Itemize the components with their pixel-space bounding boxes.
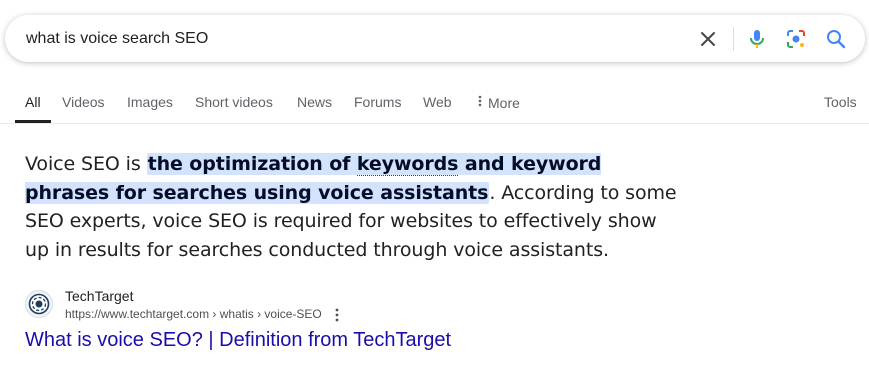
tab-videos[interactable]: Videos [62,94,105,110]
microphone-icon[interactable] [744,26,770,52]
tab-web[interactable]: Web [423,94,452,110]
featured-snippet: Voice SEO is the optimization of keyword… [25,150,685,264]
active-tab-indicator [15,120,51,123]
snippet-highlight-start: the optimization of [147,153,357,175]
search-bar-divider [733,27,734,51]
tab-more-label: More [488,95,520,111]
tools-button[interactable]: Tools [824,94,857,110]
snippet-prefix: Voice SEO is [25,153,147,175]
result-url: https://www.techtarget.com › whatis › vo… [65,307,322,321]
search-icon[interactable] [823,26,849,52]
result-site-name: TechTarget [65,288,134,304]
techtarget-favicon-icon [25,290,53,318]
tab-all[interactable]: All [25,94,41,110]
result-title-link[interactable]: What is voice SEO? | Definition from Tec… [25,329,451,352]
tab-short-videos[interactable]: Short videos [195,94,273,110]
search-input[interactable] [26,28,666,50]
camera-lens-icon[interactable] [783,26,809,52]
tab-forums[interactable]: Forums [354,94,401,110]
search-tabs: All Videos Images Short videos News Foru… [0,88,869,124]
clear-icon[interactable] [695,26,721,52]
more-vertical-dots-icon [478,94,482,110]
tab-images[interactable]: Images [127,94,173,110]
tab-more[interactable]: More [478,94,520,111]
result-source[interactable]: TechTarget https://www.techtarget.com › … [25,288,625,324]
search-bar [5,15,865,62]
snippet-keyword-term[interactable]: keywords [356,153,458,176]
tab-news[interactable]: News [297,94,332,110]
result-options-icon[interactable] [328,306,346,324]
